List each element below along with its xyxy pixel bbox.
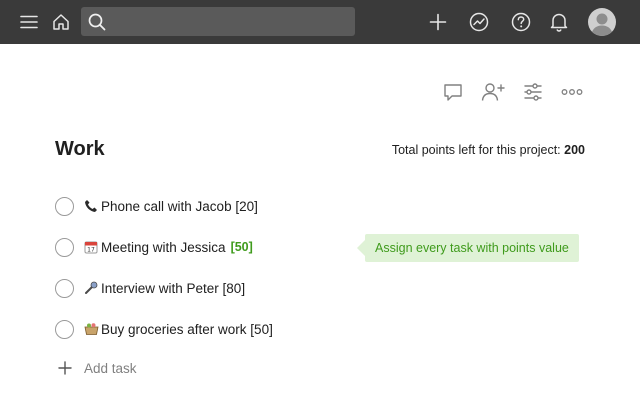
calendar-icon: 17	[83, 239, 99, 255]
plus-icon	[57, 360, 73, 376]
comment-icon[interactable]	[440, 80, 466, 104]
productivity-icon[interactable]	[466, 0, 492, 44]
notifications-icon[interactable]	[546, 0, 572, 44]
task-content[interactable]: Phone call with Jacob [20]	[101, 199, 258, 214]
basket-icon	[83, 321, 99, 337]
phone-icon	[83, 198, 99, 214]
svg-text:17: 17	[87, 247, 95, 254]
search-icon	[81, 7, 113, 36]
task-content[interactable]: Buy groceries after work [50]	[101, 322, 273, 337]
task-item: Buy groceries after work [50]	[55, 318, 273, 340]
points-badge: [50]	[230, 240, 253, 254]
help-icon[interactable]	[508, 0, 534, 44]
project-title: Work	[55, 138, 105, 160]
more-icon[interactable]	[559, 80, 585, 104]
task-checkbox[interactable]	[55, 278, 74, 298]
task-item: Interview with Peter [80]	[55, 277, 245, 299]
add-icon[interactable]	[425, 0, 451, 44]
task-checkbox[interactable]	[55, 237, 74, 257]
points-summary: Total points left for this project: 200	[392, 143, 585, 157]
search-bar[interactable]	[81, 7, 355, 36]
menu-icon[interactable]	[16, 0, 42, 44]
task-checkbox[interactable]	[55, 319, 74, 339]
task-content[interactable]: Interview with Peter [80]	[101, 281, 245, 296]
task-checkbox[interactable]	[55, 196, 74, 216]
points-value: 200	[564, 143, 585, 157]
task-item: 17 Meeting with Jessica [50]	[55, 236, 253, 258]
points-tooltip: Assign every task with points value	[357, 234, 579, 262]
points-label: Total points left for this project:	[391, 143, 561, 157]
add-task-button[interactable]: Add task	[57, 358, 137, 378]
home-icon[interactable]	[48, 0, 74, 44]
task-content[interactable]: Meeting with Jessica	[101, 240, 226, 255]
settings-icon[interactable]	[520, 80, 546, 104]
microphone-icon	[83, 280, 99, 296]
top-bar	[0, 0, 640, 44]
task-item: Phone call with Jacob [20]	[55, 195, 258, 217]
search-input[interactable]	[113, 7, 355, 36]
share-icon[interactable]	[480, 80, 506, 104]
avatar[interactable]	[588, 8, 616, 36]
add-task-label: Add task	[84, 360, 137, 376]
